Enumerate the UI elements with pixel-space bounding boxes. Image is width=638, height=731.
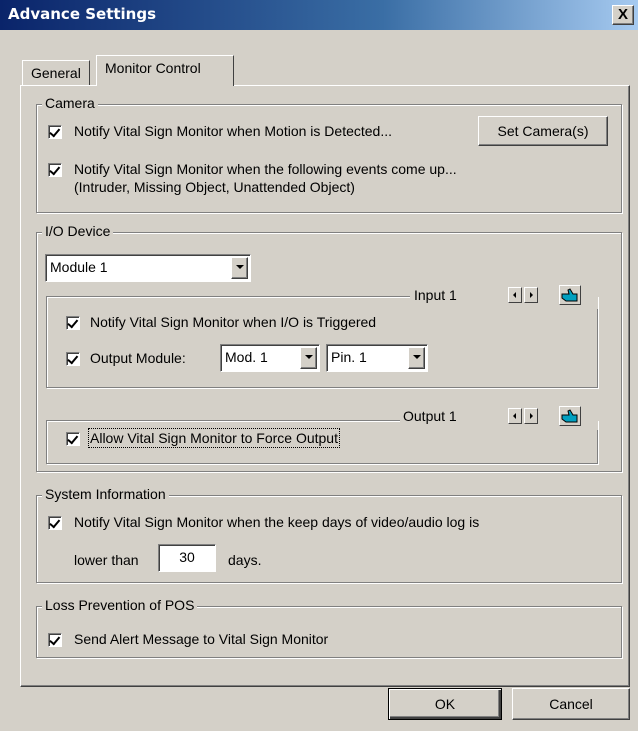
mod-select[interactable]: Mod. 1 — [220, 344, 320, 372]
camera-motion-label: Notify Vital Sign Monitor when Motion is… — [74, 123, 393, 139]
chevron-down-icon[interactable] — [231, 257, 248, 279]
send-alert-label: Send Alert Message to Vital Sign Monitor — [74, 631, 329, 647]
camera-events-label-line1: Notify Vital Sign Monitor when the follo… — [74, 161, 457, 177]
system-info-group-label: System Information — [42, 486, 169, 502]
send-alert-checkbox[interactable] — [48, 633, 62, 647]
tab-monitor-control-label: Monitor Control — [105, 60, 201, 76]
force-output-label: Allow Vital Sign Monitor to Force Output — [88, 428, 340, 448]
title-bar[interactable]: Advance Settings X — [0, 0, 638, 30]
output-label: Output 1 — [403, 408, 457, 424]
lower-than-label: lower than — [74, 552, 139, 568]
keep-days-input[interactable]: 30 — [158, 544, 216, 572]
pin-select-value: Pin. 1 — [331, 349, 367, 365]
tab-monitor-control[interactable]: Monitor Control — [96, 55, 234, 86]
output-module-label: Output Module: — [90, 350, 186, 366]
system-info-group — [36, 495, 622, 583]
output-prev-arrow-left-icon[interactable] — [508, 408, 522, 424]
io-notify-checkbox[interactable] — [66, 316, 80, 330]
loss-prevention-group-label: Loss Prevention of POS — [42, 597, 198, 613]
window-title: Advance Settings — [8, 5, 157, 23]
ok-button[interactable]: OK — [388, 688, 502, 720]
set-camera-button[interactable]: Set Camera(s) — [478, 116, 608, 146]
input-label: Input 1 — [414, 287, 457, 303]
io-notify-label: Notify Vital Sign Monitor when I/O is Tr… — [90, 314, 377, 330]
input-prev-arrow-left-icon[interactable] — [508, 287, 522, 303]
system-notify-label: Notify Vital Sign Monitor when the keep … — [74, 514, 480, 530]
tab-general[interactable]: General — [22, 60, 90, 86]
input-subgroup — [46, 296, 598, 388]
days-label: days. — [228, 552, 262, 568]
output-pointing-hand-icon[interactable] — [559, 406, 581, 426]
system-notify-checkbox[interactable] — [48, 516, 62, 530]
module-select[interactable]: Module 1 — [45, 254, 251, 282]
cancel-button[interactable]: Cancel — [512, 688, 630, 720]
tab-general-label: General — [31, 65, 81, 81]
camera-group-label: Camera — [42, 95, 98, 111]
close-icon: X — [617, 6, 628, 23]
output-next-arrow-right-icon[interactable] — [524, 408, 538, 424]
camera-events-checkbox[interactable] — [48, 163, 62, 177]
output-module-checkbox[interactable] — [66, 352, 80, 366]
input-next-arrow-right-icon[interactable] — [524, 287, 538, 303]
module-select-value: Module 1 — [50, 259, 108, 275]
mod-select-value: Mod. 1 — [225, 349, 268, 365]
force-output-checkbox[interactable] — [66, 432, 80, 446]
input-pointing-hand-icon[interactable] — [559, 285, 581, 305]
camera-events-label-line2: (Intruder, Missing Object, Unattended Ob… — [74, 179, 355, 195]
chevron-down-icon[interactable] — [300, 347, 317, 369]
io-device-group-label: I/O Device — [42, 223, 114, 239]
camera-motion-checkbox[interactable] — [48, 125, 62, 139]
chevron-down-icon[interactable] — [408, 347, 425, 369]
close-button[interactable]: X — [612, 5, 634, 25]
pin-select[interactable]: Pin. 1 — [326, 344, 428, 372]
